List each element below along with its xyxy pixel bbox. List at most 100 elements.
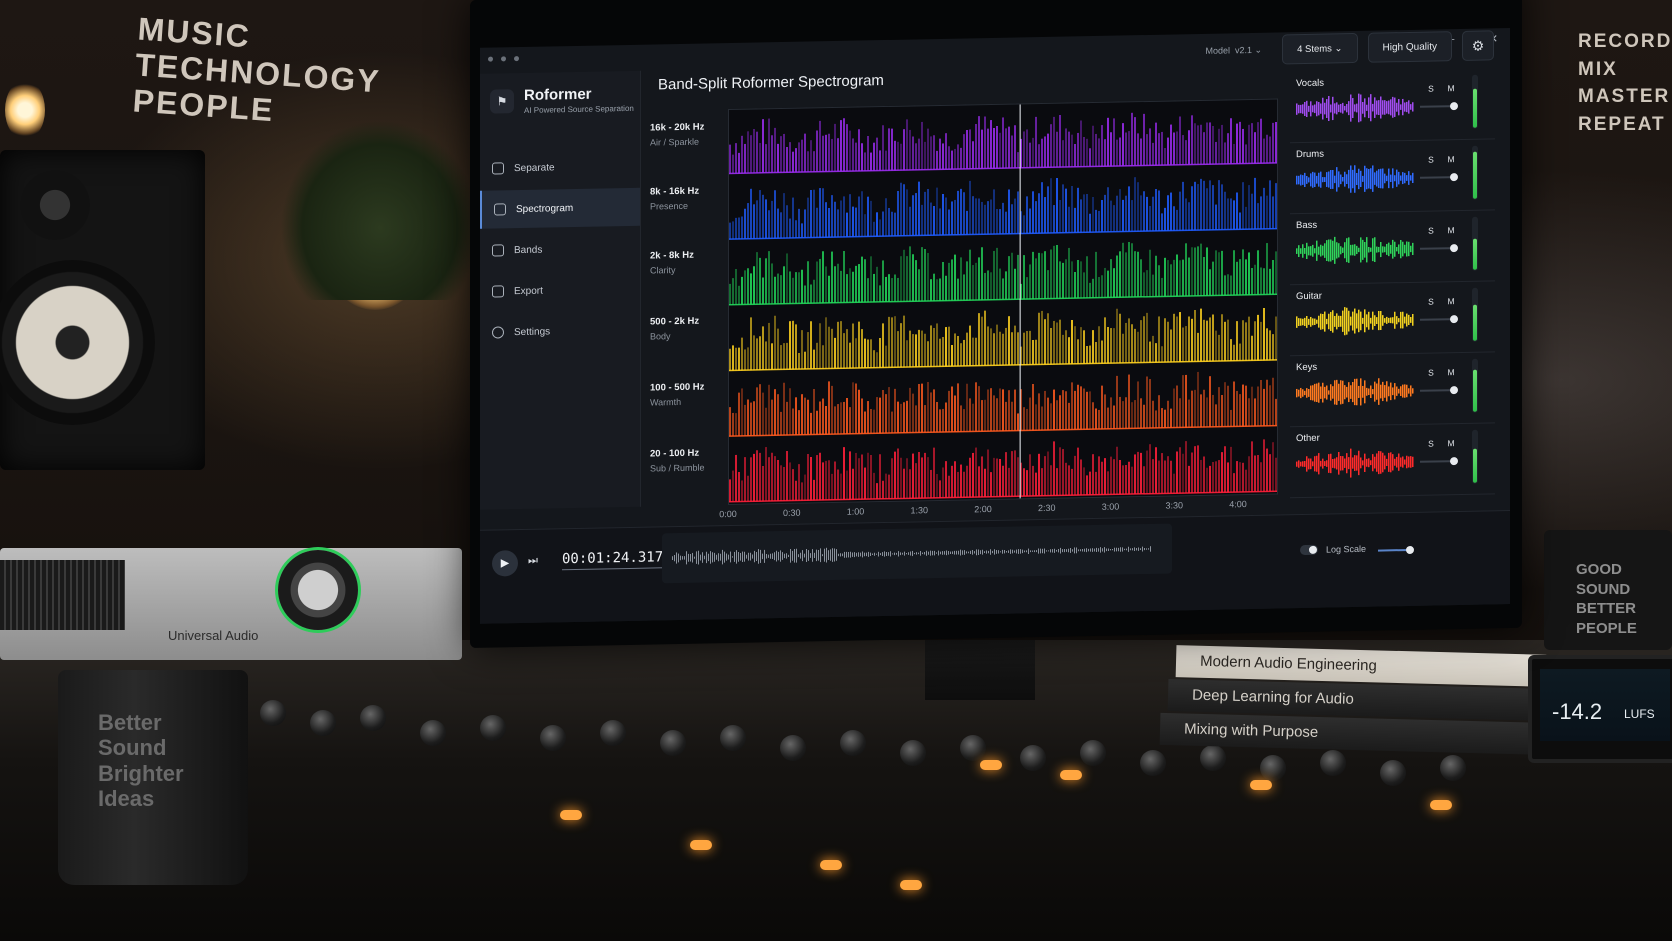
- wall-sign-right: RECORD MIX MASTER REPEAT: [1578, 28, 1672, 138]
- volume-slider[interactable]: [1420, 315, 1458, 324]
- mute-button[interactable]: M: [1444, 152, 1458, 166]
- time-tick: 2:30: [1037, 502, 1056, 514]
- logo-icon: ⚑: [490, 89, 514, 114]
- brand: ⚑ Roformer AI Powered Source Separation: [490, 79, 640, 126]
- solo-button[interactable]: S: [1424, 223, 1438, 237]
- stem-row-other: Other S M: [1290, 423, 1495, 499]
- spectrogram-canvas: [729, 104, 1277, 503]
- spectrogram[interactable]: [728, 98, 1278, 506]
- slider-handle[interactable]: [1450, 386, 1458, 395]
- time-tick: 1:00: [846, 506, 865, 517]
- sidebar-item-settings[interactable]: Settings: [480, 311, 640, 352]
- spectrogram-band: [729, 371, 1277, 437]
- stem-waveform: [1296, 93, 1414, 123]
- stem-name: Drums: [1296, 148, 1324, 161]
- model-label: Model: [1205, 44, 1230, 56]
- coffee-mug: Better Sound Brighter Ideas: [58, 670, 248, 885]
- chevron-down-icon: ⌄: [1254, 44, 1263, 55]
- sidebar-item-separate[interactable]: Separate: [480, 147, 640, 188]
- stem-panel: Vocals S M Drums S M Bass S M Guitar S M Keys S M Other…: [1290, 68, 1495, 502]
- audio-interface: Universal Audio: [0, 548, 462, 660]
- spectrogram-band: [729, 177, 1277, 240]
- export-icon: [492, 285, 504, 298]
- band-label: 500 - 2k Hz Body: [650, 315, 700, 342]
- nav-label: Settings: [514, 325, 551, 338]
- volume-slider[interactable]: [1420, 244, 1458, 253]
- mute-button[interactable]: M: [1444, 223, 1458, 237]
- loudness-meter: -14.2 LUFS: [1528, 655, 1672, 763]
- mug-line: Better: [98, 710, 162, 735]
- level-meter: [1472, 145, 1478, 200]
- band-label: 20 - 100 Hz Sub / Rumble: [650, 447, 705, 474]
- solo-button[interactable]: S: [1424, 81, 1438, 95]
- model-selector[interactable]: Model v2.1 ⌄: [1195, 44, 1272, 56]
- solo-button[interactable]: S: [1424, 436, 1438, 450]
- log-scale-label: Log Scale: [1326, 543, 1367, 555]
- high-quality-button[interactable]: High Quality: [1367, 31, 1452, 63]
- wall-sign-left: MUSIC TECHNOLOGY PEOPLE: [132, 11, 385, 136]
- mug-line: Ideas: [98, 785, 155, 811]
- play-button[interactable]: ▶: [492, 550, 518, 577]
- light-bulb: [5, 80, 45, 140]
- app-subtitle: AI Powered Source Separation: [524, 103, 634, 115]
- toggle-switch[interactable]: [1300, 544, 1318, 556]
- sidebar-item-export[interactable]: Export: [480, 270, 640, 311]
- volume-slider[interactable]: [1420, 386, 1458, 395]
- bands-icon: [492, 244, 504, 257]
- gear-icon[interactable]: ⚙: [1462, 30, 1494, 61]
- time-tick: 0:30: [782, 507, 801, 518]
- log-scale-toggle[interactable]: Log Scale: [1300, 543, 1367, 556]
- playhead: [1019, 104, 1021, 499]
- interface-brand: Universal Audio: [168, 628, 259, 643]
- level-meter: [1472, 216, 1478, 271]
- cup-line: SOUND: [1576, 580, 1631, 598]
- mute-button[interactable]: M: [1444, 436, 1458, 450]
- mute-button[interactable]: M: [1444, 294, 1458, 308]
- mute-button[interactable]: M: [1444, 81, 1458, 95]
- zoom-slider[interactable]: [1378, 548, 1410, 552]
- volume-slider[interactable]: [1420, 457, 1458, 466]
- sign-line: REPEAT: [1578, 113, 1666, 135]
- overview-waveform[interactable]: [662, 523, 1172, 584]
- stems-dropdown[interactable]: 4 Stems ⌄: [1282, 32, 1358, 65]
- slider-handle[interactable]: [1450, 102, 1458, 111]
- volume-slider[interactable]: [1420, 102, 1458, 111]
- slider-handle[interactable]: [1450, 173, 1458, 182]
- slider-handle[interactable]: [1450, 244, 1458, 253]
- time-tick: 3:30: [1165, 500, 1184, 511]
- level-meter: [1472, 74, 1478, 129]
- spectrogram-band: [729, 307, 1277, 372]
- stem-name: Keys: [1296, 361, 1318, 374]
- volume-slider[interactable]: [1420, 173, 1458, 182]
- spectrogram-band: [729, 242, 1277, 306]
- time-tick: 4:00: [1229, 499, 1247, 510]
- sidebar-item-spectrogram[interactable]: Spectrogram: [480, 187, 640, 229]
- mute-button[interactable]: M: [1444, 365, 1458, 379]
- app-title: Roformer: [524, 85, 592, 104]
- band-labels: 16k - 20k Hz Air / Sparkle 8k - 16k Hz Pre…: [640, 109, 725, 507]
- stem-waveform: [1296, 307, 1414, 336]
- solo-button[interactable]: S: [1424, 152, 1438, 166]
- sidebar-nav: Separate Spectrogram Bands Export Settin…: [480, 147, 640, 355]
- stem-waveform: [1296, 165, 1414, 193]
- overview-canvas: [672, 546, 1151, 565]
- solo-button[interactable]: S: [1424, 365, 1438, 379]
- slider-handle[interactable]: [1450, 315, 1458, 324]
- stem-waveform: [1296, 448, 1414, 478]
- slider-handle[interactable]: [1450, 457, 1458, 466]
- toolbar: Model v2.1 ⌄ 4 Stems ⌄ High Quality ⚙: [1195, 30, 1494, 66]
- level-meter: [1472, 287, 1478, 342]
- sign-line: MASTER: [1578, 86, 1671, 108]
- level-meter: [1472, 358, 1478, 413]
- chevron-down-icon: ⌄: [1331, 42, 1343, 54]
- monitor-stand: [925, 640, 1035, 700]
- settings-icon: [492, 326, 504, 339]
- stems-label: 4 Stems: [1297, 42, 1332, 55]
- solo-button[interactable]: S: [1424, 294, 1438, 308]
- lufs-value: -14.2: [1552, 699, 1603, 724]
- sidebar-item-bands[interactable]: Bands: [480, 229, 640, 270]
- band-label: 100 - 500 Hz Warmth: [650, 381, 705, 408]
- skip-icon[interactable]: ⏭: [528, 555, 538, 568]
- stem-row-bass: Bass S M: [1290, 210, 1495, 286]
- nav-label: Separate: [514, 161, 555, 174]
